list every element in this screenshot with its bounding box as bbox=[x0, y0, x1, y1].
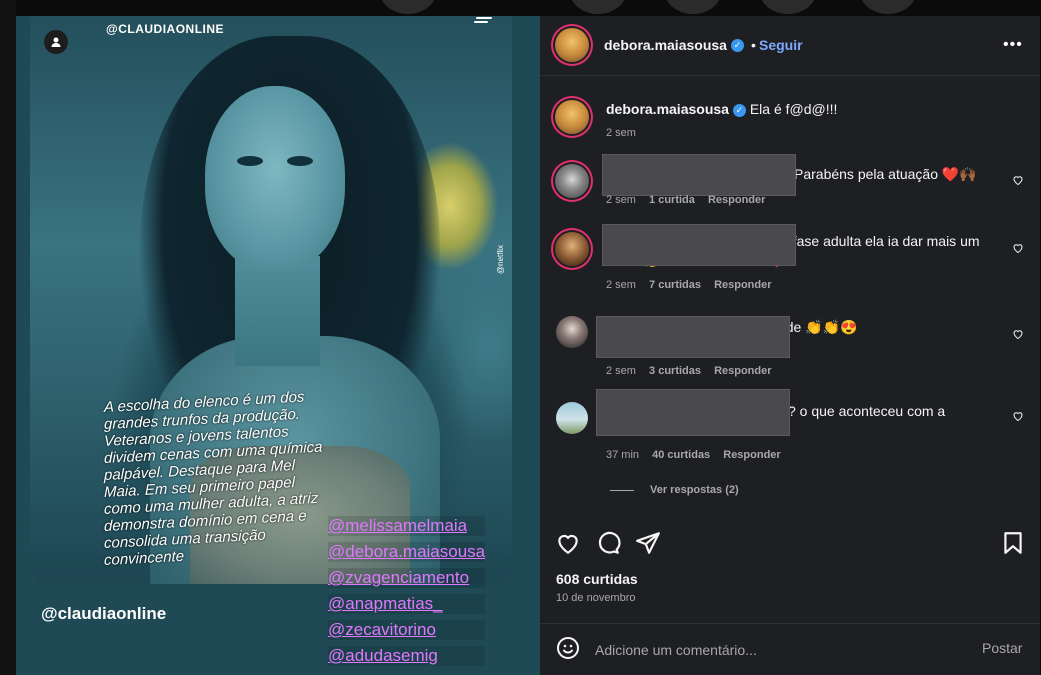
commenter-avatar[interactable] bbox=[555, 164, 589, 198]
redacted-block bbox=[596, 316, 790, 358]
reply-button[interactable]: Responder bbox=[723, 449, 780, 461]
comment-time: 37 min bbox=[606, 449, 640, 461]
story-avatar[interactable] bbox=[760, 0, 816, 14]
comment-item: tosa já merecia protagonista de 👏👏😍 2 se… bbox=[540, 310, 1040, 386]
share-icon[interactable] bbox=[635, 530, 661, 556]
instagram-post-viewer: @CLAUDIAONLINE @netflix A escolha do ele… bbox=[0, 0, 1041, 675]
comment-like-heart-icon[interactable] bbox=[1012, 410, 1024, 422]
comment-meta: 2 sem 7 curtidas Responder bbox=[606, 279, 772, 291]
story-avatar[interactable] bbox=[380, 0, 436, 14]
post-media[interactable]: @CLAUDIAONLINE @netflix A escolha do ele… bbox=[16, 16, 540, 675]
comment-likes[interactable]: 3 curtidas bbox=[649, 365, 701, 377]
media-handle-top: @CLAUDIAONLINE bbox=[106, 22, 225, 36]
likes-count[interactable]: 608 curtidas bbox=[556, 571, 638, 587]
mention-list: @melissamelmaia @debora.maiasousa @zvage… bbox=[328, 516, 486, 666]
redacted-block bbox=[602, 154, 796, 196]
comment-icon[interactable] bbox=[595, 530, 621, 556]
like-heart-icon[interactable] bbox=[555, 530, 581, 556]
post-photo: @CLAUDIAONLINE @netflix A escolha do ele… bbox=[30, 16, 512, 584]
post-actions bbox=[540, 526, 1040, 566]
comment-likes[interactable]: 40 curtidas bbox=[652, 449, 710, 461]
comment-meta: 2 sem 3 curtidas Responder bbox=[606, 365, 772, 377]
caption-text: Ela é f@d@!!! bbox=[749, 101, 838, 117]
comment-input[interactable] bbox=[595, 639, 955, 661]
commenter-avatar[interactable] bbox=[555, 232, 589, 266]
comment-like-heart-icon[interactable] bbox=[1012, 242, 1024, 254]
comment-composer: Postar bbox=[540, 623, 1040, 675]
post-date: 10 de novembro bbox=[556, 592, 636, 604]
comment-likes[interactable]: 1 curtida bbox=[649, 194, 695, 206]
media-watermark: @netflix bbox=[496, 244, 505, 274]
photo-eye bbox=[237, 156, 263, 166]
more-options-icon[interactable]: ••• bbox=[1003, 36, 1023, 54]
photo-eye bbox=[287, 156, 313, 166]
comment-text: ? o que aconteceu com a bbox=[788, 403, 946, 419]
redacted-block bbox=[602, 224, 796, 266]
media-handle-bottom: @claudiaonline bbox=[41, 604, 167, 623]
author-username[interactable]: debora.maiasousa bbox=[604, 37, 727, 53]
commenter-avatar[interactable] bbox=[556, 316, 588, 348]
commenter-avatar[interactable] bbox=[556, 402, 588, 434]
mention-link[interactable]: @zvagenciamento bbox=[328, 568, 486, 588]
post-side-panel: debora.maiasousa ✓ • Seguir ••• debora.ma… bbox=[540, 16, 1040, 675]
caption-time: 2 sem bbox=[606, 127, 636, 139]
mention-link[interactable]: @anapmatias_ bbox=[328, 594, 486, 614]
verified-icon: ✓ bbox=[732, 103, 746, 117]
story-avatar[interactable] bbox=[665, 0, 721, 14]
photo-face bbox=[205, 86, 345, 271]
photo-neck bbox=[235, 256, 320, 366]
reply-button[interactable]: Responder bbox=[708, 194, 765, 206]
story-avatar[interactable] bbox=[570, 0, 626, 14]
view-replies-label: Ver respostas (2) bbox=[650, 484, 739, 496]
post-header: debora.maiasousa ✓ • Seguir ••• bbox=[540, 16, 1040, 76]
comment-text: Parabéns pela atuação ❤️🙌🏾 bbox=[794, 166, 977, 182]
view-replies-button[interactable]: Ver respostas (2) bbox=[610, 484, 739, 496]
author-avatar[interactable] bbox=[555, 28, 589, 62]
comment-time: 2 sem bbox=[606, 365, 636, 377]
redacted-block bbox=[596, 389, 790, 436]
post-comment-button[interactable]: Postar bbox=[982, 640, 1022, 656]
verified-icon: ✓ bbox=[730, 39, 744, 53]
caption-line: debora.maiasousa ✓ Ela é f@d@!!! bbox=[606, 100, 986, 119]
comment-like-heart-icon[interactable] bbox=[1012, 328, 1024, 340]
comment-like-heart-icon[interactable] bbox=[1012, 174, 1024, 186]
author-name-row: debora.maiasousa ✓ bbox=[604, 37, 744, 55]
mention-link[interactable]: @melissamelmaia bbox=[328, 516, 486, 536]
mention-link[interactable]: @adudasemig bbox=[328, 646, 486, 666]
separator-dot: • bbox=[751, 37, 756, 53]
comment-item: Parabéns pela atuação ❤️🙌🏾 2 sem 1 curti… bbox=[540, 154, 1040, 216]
reply-button[interactable]: Responder bbox=[714, 365, 771, 377]
emoji-icon[interactable] bbox=[556, 636, 580, 660]
comment-meta: 2 sem 1 curtida Responder bbox=[606, 194, 765, 206]
follow-button[interactable]: Seguir bbox=[759, 37, 803, 53]
backdrop-left bbox=[0, 0, 16, 675]
carousel-icon bbox=[474, 17, 492, 23]
replies-line bbox=[610, 489, 634, 491]
media-caption-text: A escolha do elenco é um dos grandes tru… bbox=[104, 388, 323, 570]
mention-link[interactable]: @zecavitorino bbox=[328, 620, 486, 640]
comment-meta: 37 min 40 curtidas Responder bbox=[606, 449, 781, 461]
comment-time: 2 sem bbox=[606, 279, 636, 291]
caption-username[interactable]: debora.maiasousa bbox=[606, 101, 729, 117]
mention-link[interactable]: @debora.maiasousa bbox=[328, 542, 486, 562]
reply-button[interactable]: Responder bbox=[714, 279, 771, 291]
save-bookmark-icon[interactable] bbox=[1000, 530, 1026, 556]
comment-likes[interactable]: 7 curtidas bbox=[649, 279, 701, 291]
story-avatar[interactable] bbox=[860, 0, 916, 14]
comment-item: s crescer já sabíamos que na fase adulta… bbox=[540, 224, 1040, 300]
caption-author-avatar[interactable] bbox=[555, 100, 589, 134]
post-caption: debora.maiasousa ✓ Ela é f@d@!!! 2 sem bbox=[540, 98, 1040, 148]
user-tag-icon[interactable] bbox=[44, 30, 68, 54]
comment-item: ? o que aconteceu com a 37 min 40 curtid… bbox=[540, 389, 1040, 466]
comment-time: 2 sem bbox=[606, 194, 636, 206]
